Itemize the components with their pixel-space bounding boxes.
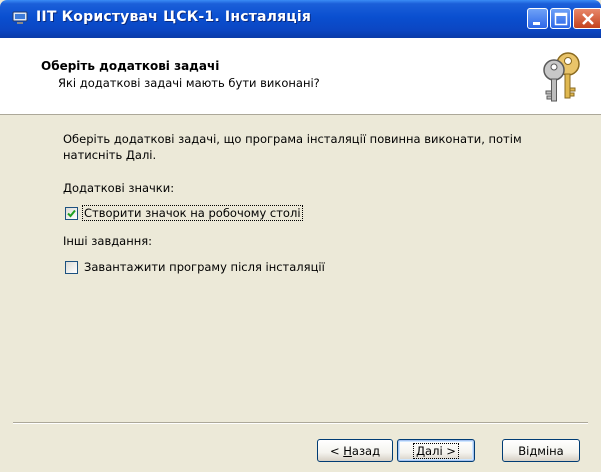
keys-icon — [543, 52, 580, 102]
maximize-icon — [554, 12, 568, 26]
minimize-button[interactable] — [527, 8, 548, 29]
checkmark-icon — [67, 209, 76, 217]
page-subtitle: Які додаткові задачі мають бути виконані… — [58, 76, 320, 90]
launch-program-label[interactable]: Завантажити програму після інсталяції — [83, 260, 326, 274]
page-title: Оберіть додаткові задачі — [41, 59, 220, 73]
instruction-line-1: Оберіть додаткові задачі, що програма ін… — [63, 132, 522, 146]
next-button-label: Далі > — [413, 442, 459, 459]
close-button[interactable] — [573, 8, 601, 29]
instruction-text: Оберіть додаткові задачі, що програма ін… — [63, 131, 553, 163]
launch-program-option[interactable]: Завантажити програму після інсталяції — [65, 259, 326, 275]
minimize-icon — [533, 22, 540, 25]
cancel-button-label: Відміна — [518, 443, 564, 458]
back-button[interactable]: < Назад — [317, 439, 393, 462]
window-title: ІІТ Користувач ЦСК-1. Інсталяція — [36, 9, 312, 25]
instruction-line-2: натисніть Далі. — [63, 148, 157, 162]
additional-icons-label: Додаткові значки: — [63, 181, 175, 195]
desktop-icon-checkbox[interactable] — [65, 206, 78, 220]
app-computer-icon — [12, 11, 28, 24]
cancel-button[interactable]: Відміна — [502, 439, 580, 462]
footer-separator — [13, 422, 588, 424]
maximize-button[interactable] — [550, 8, 571, 29]
other-tasks-label: Інші завдання: — [63, 234, 153, 248]
back-button-label: < Назад — [329, 443, 381, 458]
installer-window: ІІТ Користувач ЦСК-1. Інсталяція Оберіть… — [0, 0, 601, 472]
title-bar[interactable]: ІІТ Користувач ЦСК-1. Інсталяція — [0, 0, 601, 38]
desktop-icon-label[interactable]: Створити значок на робочому столі — [82, 205, 303, 221]
close-icon — [582, 13, 594, 25]
launch-program-checkbox[interactable] — [65, 260, 78, 274]
desktop-icon-option[interactable]: Створити значок на робочому столі — [65, 205, 303, 221]
next-button[interactable]: Далі > — [397, 439, 475, 462]
